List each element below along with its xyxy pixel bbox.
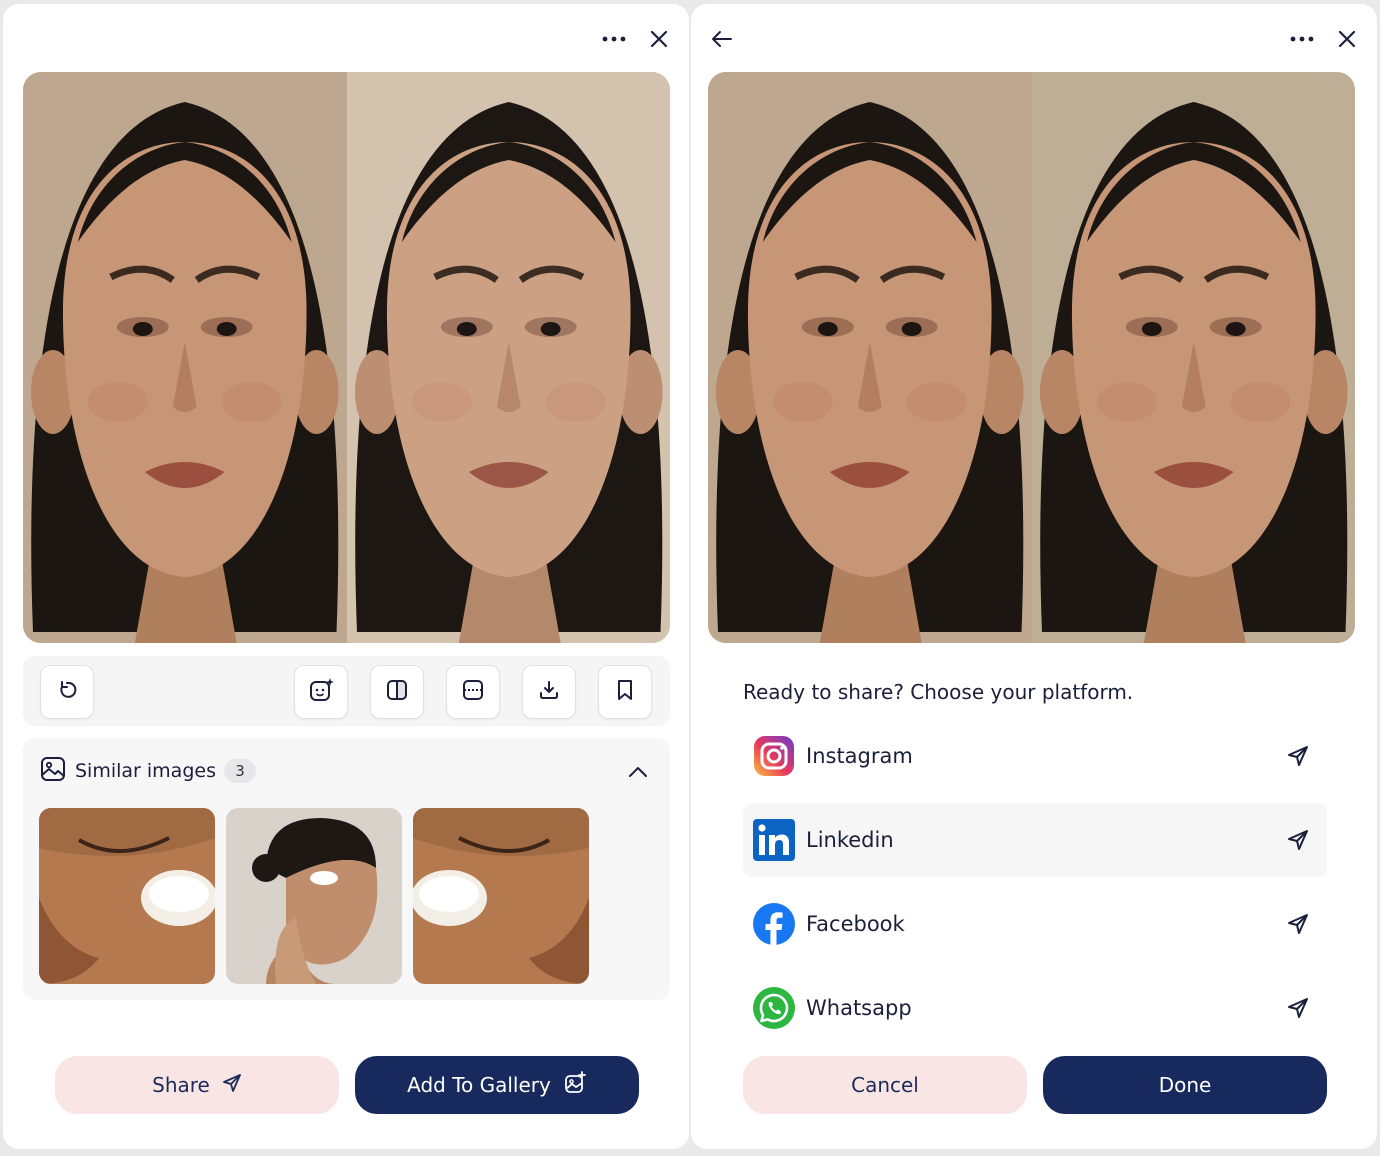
platform-name: Facebook (806, 912, 905, 936)
before-after-comparison (708, 72, 1355, 643)
send-icon (1285, 827, 1311, 853)
arrow-left-icon[interactable] (707, 24, 737, 54)
gallery-add-icon (563, 1070, 587, 1100)
before-after-comparison[interactable] (23, 72, 670, 643)
send-icon (1285, 995, 1311, 1021)
facebook-icon (753, 903, 795, 945)
face-sparkle-icon (308, 677, 334, 707)
cancel-label: Cancel (851, 1073, 919, 1097)
platform-name: Instagram (806, 744, 913, 768)
similar-images-count: 3 (223, 759, 256, 783)
share-button[interactable]: Share (55, 1056, 339, 1114)
send-icon (222, 1073, 242, 1098)
rotate-icon (56, 679, 78, 705)
more-horizontal-icon[interactable] (599, 24, 629, 54)
share-panel: Ready to share? Choose your platform. In… (691, 4, 1377, 1149)
add-to-gallery-button[interactable]: Add To Gallery (355, 1056, 639, 1114)
send-icon (1285, 911, 1311, 937)
bookmark-icon (614, 678, 636, 706)
split-vertical-icon (385, 678, 409, 706)
after-image (346, 72, 670, 643)
platform-instagram[interactable]: Instagram (743, 719, 1327, 793)
platform-linkedin[interactable]: Linkedin (743, 803, 1327, 877)
download-button[interactable] (522, 665, 576, 719)
editor-panel: Similar images 3 Share Add To Gallery (3, 4, 689, 1149)
similar-image-3[interactable] (413, 808, 589, 984)
more-horizontal-icon[interactable] (1287, 24, 1317, 54)
similar-images-title: Similar images (75, 760, 216, 782)
close-icon[interactable] (644, 24, 674, 54)
platform-facebook[interactable]: Facebook (743, 887, 1327, 961)
similar-images-header: Similar images 3 (39, 754, 256, 788)
similar-images-section: Similar images 3 (23, 738, 670, 1000)
platform-whatsapp[interactable]: Whatsapp (743, 971, 1327, 1045)
add-to-gallery-label: Add To Gallery (407, 1073, 551, 1097)
download-icon (537, 678, 561, 706)
face-enhance-button[interactable] (294, 665, 348, 719)
before-image (708, 72, 1032, 643)
close-icon[interactable] (1332, 24, 1362, 54)
after-image (1031, 72, 1355, 643)
cancel-button[interactable]: Cancel (743, 1056, 1027, 1114)
chevron-up-icon[interactable] (624, 758, 652, 786)
similar-images-list (39, 808, 589, 984)
gallery-icon (39, 755, 67, 787)
before-image (23, 72, 347, 643)
similar-image-1[interactable] (39, 808, 215, 984)
done-button[interactable]: Done (1043, 1056, 1327, 1114)
instagram-icon (753, 735, 795, 777)
split-horizontal-button[interactable] (446, 665, 500, 719)
rotate-button[interactable] (40, 665, 94, 719)
bookmark-button[interactable] (598, 665, 652, 719)
share-prompt: Ready to share? Choose your platform. (743, 680, 1134, 704)
send-icon (1285, 743, 1311, 769)
split-vertical-button[interactable] (370, 665, 424, 719)
done-label: Done (1158, 1073, 1212, 1097)
split-horizontal-icon (461, 678, 485, 706)
platform-name: Whatsapp (806, 996, 912, 1020)
share-label: Share (152, 1073, 210, 1097)
similar-image-2[interactable] (226, 808, 402, 984)
image-toolbar (23, 656, 670, 726)
linkedin-icon (753, 819, 795, 861)
whatsapp-icon (753, 987, 795, 1029)
platform-name: Linkedin (806, 828, 894, 852)
